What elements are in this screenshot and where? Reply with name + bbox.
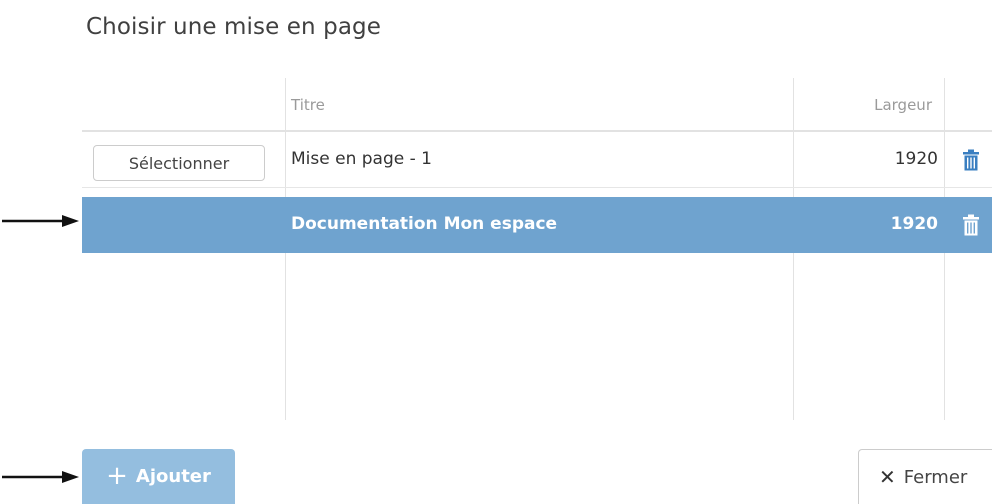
select-button[interactable]: Sélectionner	[93, 145, 265, 181]
column-header-width[interactable]: Largeur	[874, 96, 932, 114]
trash-icon[interactable]	[961, 149, 981, 173]
table-row[interactable]: Sélectionner Mise en page - 1 1920	[82, 132, 992, 188]
row-title: Mise en page - 1	[291, 149, 432, 169]
close-button[interactable]: ✕ Fermer	[858, 449, 992, 504]
table-row-selected[interactable]: Documentation Mon espace 1920	[82, 197, 992, 253]
right-arrow-icon	[2, 215, 79, 227]
dialog-title: Choisir une mise en page	[86, 14, 381, 40]
row-width: 1920	[894, 149, 938, 169]
plus-icon: +	[106, 460, 128, 491]
column-header-title[interactable]: Titre	[291, 96, 325, 114]
layout-grid: Titre Largeur Sélectionner Mise en page …	[82, 78, 992, 420]
add-button[interactable]: + Ajouter	[82, 449, 235, 504]
trash-icon[interactable]	[961, 214, 981, 238]
close-button-label: Fermer	[903, 466, 968, 488]
right-arrow-icon	[2, 471, 79, 483]
row-title: Documentation Mon espace	[291, 214, 558, 234]
row-width: 1920	[890, 214, 938, 234]
add-button-label: Ajouter	[135, 466, 211, 487]
close-icon: ✕	[879, 465, 896, 489]
grid-header: Titre Largeur	[82, 78, 992, 132]
